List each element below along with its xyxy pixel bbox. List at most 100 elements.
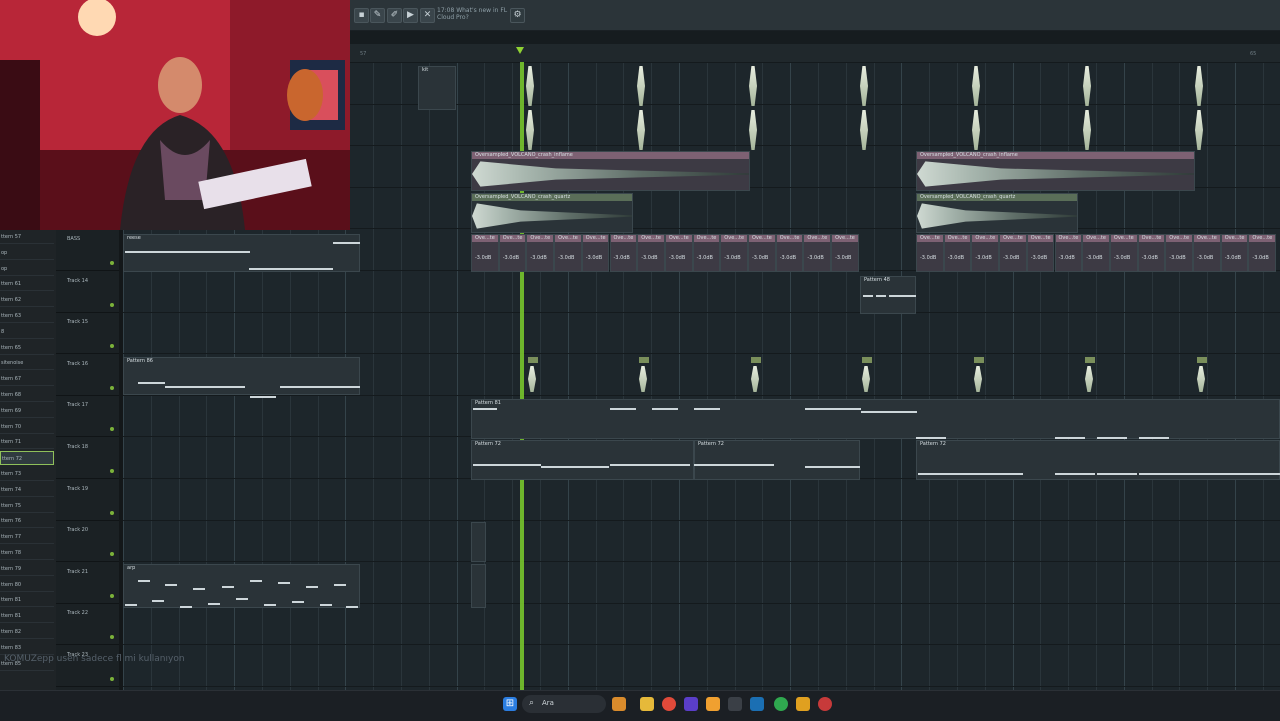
pattern-72-clip[interactable]: Pattern 72 — [694, 440, 860, 480]
ove-clip[interactable]: Ove...te -3.0dB — [692, 234, 721, 272]
automation-clip[interactable] — [471, 522, 486, 562]
ove-clip[interactable]: Ove...te -3.0dB — [471, 234, 499, 272]
ove-clip[interactable]: Ove...te -3.0dB — [916, 234, 944, 272]
ove-clip[interactable]: Ove...te -3.0dB — [498, 234, 527, 272]
track-mute-strip[interactable] — [119, 230, 123, 690]
app-icon[interactable] — [728, 697, 742, 711]
channel-item[interactable]: ttern 74 — [0, 483, 54, 497]
fl-studio-icon[interactable] — [706, 697, 720, 711]
pattern-86-clip[interactable]: Pattern 86 — [123, 357, 360, 395]
delete-icon[interactable]: ✕ — [420, 8, 435, 23]
channel-item[interactable]: ttern 57 — [0, 230, 54, 244]
pattern-81-clip[interactable]: Pattern 81 — [471, 399, 1280, 439]
play-icon[interactable]: ▶ — [403, 8, 418, 23]
playhead-marker[interactable] — [516, 47, 524, 54]
channel-item[interactable]: ttern 78 — [0, 546, 54, 560]
ove-clip[interactable]: Ove...te -3.0dB — [1137, 234, 1166, 272]
channel-item[interactable]: ttern 82 — [0, 625, 54, 639]
widgets-icon[interactable] — [612, 697, 626, 711]
ove-clip[interactable]: Ove...te -3.0dB — [637, 234, 665, 272]
track-header[interactable]: Track 15 — [56, 313, 119, 355]
crash-inflame-clip[interactable]: Oversampled_VOLCANO_crash_inflame — [916, 151, 1195, 191]
channel-item[interactable]: ttern 79 — [0, 562, 54, 576]
search-app-icon[interactable] — [796, 697, 810, 711]
paste-icon[interactable]: ▪ — [354, 8, 369, 23]
channel-item[interactable]: ttern 67 — [0, 372, 54, 387]
paint-icon[interactable]: ✎ — [370, 8, 385, 23]
timeline-ruler[interactable]: 57 65 — [350, 44, 1280, 63]
channel-item[interactable]: op — [0, 262, 54, 276]
ove-clip[interactable]: Ove...te -3.0dB — [1220, 234, 1249, 272]
track-header[interactable]: BASS — [56, 230, 119, 271]
ove-clip[interactable]: Ove...te -3.0dB — [720, 234, 748, 272]
windows-start-icon[interactable]: ⊞ — [503, 697, 517, 711]
ove-clip[interactable]: Ove...te -3.0dB — [1082, 234, 1110, 272]
ove-clip[interactable]: Ove...te -3.0dB — [664, 234, 693, 272]
channel-item[interactable]: sitenoise — [0, 356, 54, 371]
ove-clip[interactable]: Ove...te -3.0dB — [1026, 234, 1055, 272]
ove-clip[interactable]: Ove...te -3.0dB — [748, 234, 776, 272]
crash-inflame-clip[interactable]: Oversampled_VOLCANO_crash_inflame — [471, 151, 750, 191]
channel-item[interactable]: ttern 62 — [0, 293, 54, 308]
ove-clip[interactable]: Ove...te -3.0dB — [999, 234, 1027, 272]
track-header[interactable]: Track 19 — [56, 480, 119, 521]
ove-clip[interactable]: Ove...te -3.0dB — [609, 234, 638, 272]
track-header[interactable]: Track 18 — [56, 438, 119, 479]
channel-item[interactable]: ttern 68 — [0, 388, 54, 402]
crash-quartz-clip[interactable]: Oversampled_VOLCANO_crash_quartz — [471, 193, 633, 233]
channel-item[interactable]: ttern 76 — [0, 514, 54, 529]
ove-clip[interactable]: Ove...te -3.0dB — [775, 234, 804, 272]
ove-clip[interactable]: Ove...te -3.0dB — [554, 234, 582, 272]
ove-clip[interactable]: Ove...te -3.0dB — [1109, 234, 1138, 272]
channel-item[interactable]: ttern 65 — [0, 341, 54, 355]
ove-clip[interactable]: Ove...te -3.0dB — [971, 234, 1000, 272]
draw-icon[interactable]: ✐ — [387, 8, 402, 23]
channel-item[interactable]: ttern 72 — [0, 451, 54, 466]
ove-clip[interactable]: Ove...te -3.0dB — [1054, 234, 1083, 272]
channel-item[interactable]: ttern 77 — [0, 530, 54, 545]
steam-icon[interactable] — [750, 697, 764, 711]
whatsapp-icon[interactable] — [774, 697, 788, 711]
track-header[interactable]: Track 21 — [56, 563, 119, 604]
obs-icon[interactable] — [818, 697, 832, 711]
reese-clip[interactable]: reese — [123, 234, 360, 272]
ove-clip[interactable]: Ove...te -3.0dB — [581, 234, 610, 272]
ove-clip[interactable]: Ove...te -3.0dB — [1165, 234, 1193, 272]
ove-clip[interactable]: Ove...te -3.0dB — [1193, 234, 1221, 272]
channel-item[interactable]: 8 — [0, 325, 54, 339]
ove-clip[interactable]: Ove...te -3.0dB — [943, 234, 972, 272]
channel-item[interactable]: ttern 75 — [0, 499, 54, 513]
crash-quartz-clip[interactable]: Oversampled_VOLCANO_crash_quartz — [916, 193, 1078, 233]
channel-item[interactable]: ttern 61 — [0, 277, 54, 292]
discord-icon[interactable] — [684, 697, 698, 711]
channel-item[interactable]: ttern 81 — [0, 593, 54, 608]
ove-clip[interactable]: Ove...te -3.0dB — [526, 234, 555, 272]
track-header[interactable]: Track 23 — [56, 646, 119, 687]
news-toggle-icon[interactable]: ⚙ — [510, 8, 525, 23]
chrome-icon[interactable] — [662, 697, 676, 711]
ove-clip[interactable]: Ove...te -3.0dB — [803, 234, 832, 272]
channel-item[interactable]: op — [0, 246, 54, 260]
channel-item[interactable]: ttern 63 — [0, 309, 54, 323]
channel-item[interactable]: ttern 73 — [0, 467, 54, 481]
automation-clip[interactable] — [471, 564, 486, 608]
news-panel[interactable]: 17:08 What's new in FL Cloud Pro? — [437, 7, 507, 21]
ove-clip[interactable]: Ove...te -3.0dB — [831, 234, 859, 272]
kit-clip[interactable]: kit — [418, 66, 456, 110]
channel-item[interactable]: ttern 71 — [0, 435, 54, 450]
track-header[interactable]: Track 22 — [56, 604, 119, 646]
channel-item[interactable]: ttern 81 — [0, 609, 54, 624]
track-header[interactable]: Track 14 — [56, 272, 119, 313]
pattern-72-clip[interactable]: Pattern 72 — [471, 440, 694, 480]
channel-item[interactable]: ttern 69 — [0, 404, 54, 418]
track-header[interactable]: Track 20 — [56, 521, 119, 563]
file-explorer-icon[interactable] — [640, 697, 654, 711]
overview-bar[interactable] — [350, 31, 1280, 44]
channel-item[interactable]: ttern 80 — [0, 578, 54, 592]
track-header[interactable]: Track 16 — [56, 355, 119, 396]
channel-item[interactable]: ttern 70 — [0, 420, 54, 434]
ove-clip[interactable]: Ove...te -3.0dB — [1248, 234, 1277, 272]
taskbar-search[interactable]: ⌕ Ara — [522, 695, 606, 713]
track-header[interactable]: Track 17 — [56, 396, 119, 438]
channel-item[interactable]: ttern 83 — [0, 641, 54, 655]
